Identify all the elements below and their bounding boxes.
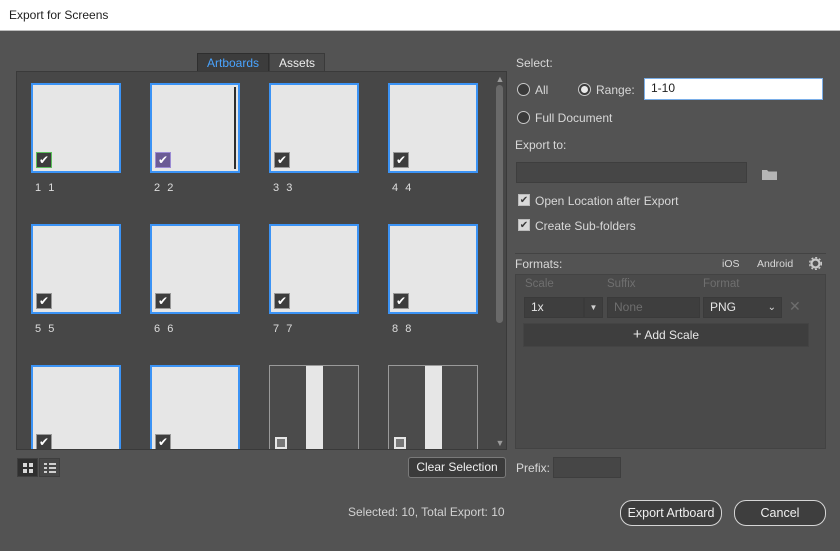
clear-selection-button[interactable]: Clear Selection — [408, 457, 506, 478]
plus-icon: + — [632, 326, 642, 343]
prefix-input[interactable] — [553, 457, 621, 478]
gear-icon[interactable] — [809, 257, 822, 270]
suffix-field[interactable]: None — [607, 297, 700, 318]
artboard-checkbox[interactable]: ✔ — [393, 293, 409, 309]
artboard-grid: ✔ ✔ ✔ ✔ 1 1 2 2 3 3 4 4 ✔ ✔ ✔ ✔ 5 5 6 6 … — [16, 71, 507, 450]
artboard-thumb-5[interactable]: ✔ — [31, 224, 121, 314]
open-location-checkbox[interactable]: ✔ — [518, 194, 530, 206]
ios-preset-button[interactable]: iOS — [722, 258, 740, 270]
artboard-label: 7 7 — [273, 323, 293, 335]
radio-range[interactable] — [578, 83, 591, 96]
artboard-label: 1 1 — [35, 182, 55, 194]
chevron-down-icon: ▼ — [589, 303, 598, 312]
artboard-label: 3 3 — [273, 182, 293, 194]
artboard-thumb-4[interactable]: ✔ — [388, 83, 478, 173]
formats-label: Formats: — [515, 257, 563, 271]
scale-header: Scale — [525, 278, 554, 290]
artboard-thumb-3[interactable]: ✔ — [269, 83, 359, 173]
create-subfolders-checkbox[interactable]: ✔ — [518, 219, 530, 231]
remove-scale-icon[interactable]: ✕ — [789, 298, 801, 315]
format-select[interactable]: PNG ⌄ — [703, 297, 782, 318]
format-select-value: PNG — [710, 300, 737, 314]
artboard-checkbox[interactable]: ✔ — [274, 293, 290, 309]
tab-assets[interactable]: Assets — [269, 53, 326, 72]
divider — [515, 253, 826, 254]
grid-view-button[interactable] — [17, 458, 38, 477]
add-scale-button[interactable]: + Add Scale — [523, 323, 809, 347]
artboard-label: 5 5 — [35, 323, 55, 335]
artboard-checkbox[interactable]: ✔ — [155, 434, 171, 449]
chevron-down-icon: ⌄ — [767, 302, 776, 313]
artboard-checkbox[interactable] — [392, 435, 408, 449]
artboard-checkbox[interactable]: ✔ — [393, 152, 409, 168]
artboard-checkbox[interactable]: ✔ — [155, 293, 171, 309]
artboard-thumb-8[interactable]: ✔ — [388, 224, 478, 314]
artboard-scrollbar[interactable]: ▲ ▼ — [495, 74, 505, 448]
grid-icon — [23, 463, 33, 473]
radio-full-document[interactable] — [517, 111, 530, 124]
artboard-stripe — [425, 366, 442, 449]
artboard-thumb-6[interactable]: ✔ — [150, 224, 240, 314]
artboard-thumb-9[interactable]: ✔ — [31, 365, 121, 449]
artboard-label: 4 4 — [392, 182, 412, 194]
artboard-label: 8 8 — [392, 323, 412, 335]
radio-full-document-label: Full Document — [535, 111, 613, 125]
list-icon — [44, 463, 56, 473]
artboard-thumb-7[interactable]: ✔ — [269, 224, 359, 314]
export-artboard-button[interactable]: Export Artboard — [620, 500, 722, 526]
title-bar: Export for Screens — [0, 0, 840, 31]
scroll-down-icon[interactable]: ▼ — [495, 438, 505, 448]
prefix-label: Prefix: — [516, 461, 551, 475]
radio-range-label: Range: — [596, 83, 635, 97]
format-header: Format — [703, 278, 740, 290]
tab-bar: Artboards Assets — [197, 53, 326, 72]
artboard-thumb-12[interactable] — [388, 365, 478, 449]
artboard-checkbox[interactable]: ✔ — [274, 152, 290, 168]
artboard-thumb-11[interactable] — [269, 365, 359, 449]
create-subfolders-label: Create Sub-folders — [535, 219, 636, 233]
scale-dropdown[interactable]: ▼ — [584, 297, 603, 318]
artboard-checkbox[interactable]: ✔ — [155, 152, 171, 168]
tab-artboards[interactable]: Artboards — [197, 53, 270, 72]
add-scale-label: Add Scale — [644, 328, 700, 342]
artboard-thumb-2[interactable]: ✔ — [150, 83, 240, 173]
export-to-label: Export to: — [515, 138, 567, 152]
suffix-header: Suffix — [607, 278, 636, 290]
android-preset-button[interactable]: Android — [757, 258, 793, 270]
scale-field[interactable]: 1x — [524, 297, 584, 318]
export-status: Selected: 10, Total Export: 10 — [348, 505, 505, 519]
artboard-checkbox[interactable] — [273, 435, 289, 449]
radio-all[interactable] — [517, 83, 530, 96]
folder-icon[interactable] — [761, 168, 778, 181]
artboard-checkbox[interactable]: ✔ — [36, 293, 52, 309]
export-path-field[interactable] — [516, 162, 747, 183]
artboard-stripe — [306, 366, 323, 449]
range-input[interactable]: 1-10 — [644, 78, 823, 100]
artboard-checkbox[interactable]: ✔ — [36, 152, 52, 168]
artboard-checkbox[interactable]: ✔ — [36, 434, 52, 449]
artboard-thumb-10[interactable]: ✔ — [150, 365, 240, 449]
cancel-button[interactable]: Cancel — [734, 500, 826, 526]
artboard-label: 2 2 — [154, 182, 174, 194]
scrollbar-thumb[interactable] — [496, 85, 503, 323]
open-location-label: Open Location after Export — [535, 194, 679, 208]
radio-all-label: All — [535, 83, 549, 97]
select-label: Select: — [516, 56, 553, 70]
window-title: Export for Screens — [9, 8, 109, 22]
list-view-button[interactable] — [39, 458, 60, 477]
scroll-up-icon[interactable]: ▲ — [495, 74, 505, 84]
artboard-edge-line — [234, 87, 236, 169]
artboard-label: 6 6 — [154, 323, 174, 335]
artboard-thumb-1[interactable]: ✔ — [31, 83, 121, 173]
